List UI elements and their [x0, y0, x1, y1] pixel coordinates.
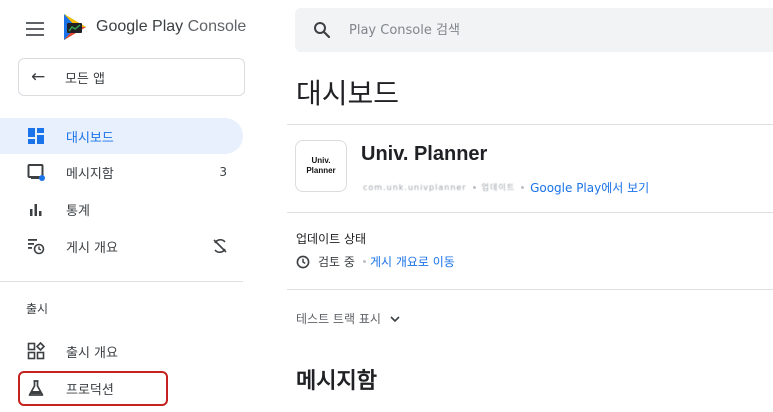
app-icon: Univ. Planner — [295, 140, 347, 192]
sidebar-item-release-overview[interactable]: 출시 개요 — [0, 333, 243, 369]
divider — [287, 212, 773, 213]
menu-icon[interactable] — [26, 22, 44, 36]
update-status-label: 업데이트 상태 — [296, 232, 367, 246]
chevron-down-icon — [390, 315, 400, 322]
arrow-back-icon: ← — [31, 67, 46, 87]
page-title: 대시보드 — [296, 77, 400, 110]
test-track-label: 테스트 트랙 표시 — [296, 312, 381, 326]
publish-schedule-icon — [26, 236, 46, 256]
review-status-text: 검토 중 — [318, 255, 355, 269]
release-overview-icon — [26, 341, 46, 361]
all-apps-label: 모든 앱 — [65, 71, 106, 87]
dashboard-icon — [26, 126, 46, 146]
inbox-count-badge: 3 — [219, 165, 227, 179]
package-name: com.unk.univplanner — [363, 183, 467, 192]
inbox-section-heading: 메시지함 — [296, 369, 377, 394]
clock-icon — [296, 255, 310, 268]
sidebar: Google Play Console ← 모든 앱 대시보드 메시지함 3 통… — [0, 0, 262, 412]
inbox-icon — [26, 162, 46, 182]
search-input[interactable] — [349, 22, 649, 38]
all-apps-button[interactable]: ← 모든 앱 — [18, 58, 245, 96]
sidebar-item-dashboard[interactable]: 대시보드 — [0, 118, 243, 154]
production-flask-icon — [26, 378, 46, 398]
view-on-google-play-link[interactable]: Google Play에서 보기 — [530, 179, 649, 196]
sidebar-item-label: 게시 개요 — [66, 240, 118, 256]
sync-disabled-icon — [213, 238, 227, 254]
sidebar-item-statistics[interactable]: 통계 — [0, 191, 243, 227]
divider — [287, 289, 773, 290]
brand-title: Google Play Console — [96, 18, 247, 35]
play-console-logo-icon — [64, 14, 86, 40]
release-section-title: 출시 — [26, 302, 49, 316]
search-bar — [295, 8, 773, 52]
app-meta: com.unk.univplanner 업데이트 Google Play에서 보… — [363, 179, 649, 196]
sidebar-item-label: 프로덕션 — [66, 382, 114, 398]
sidebar-item-label: 메시지함 — [66, 166, 114, 182]
app-meta-blurred: 업데이트 — [481, 183, 516, 192]
separator-dot — [521, 186, 525, 189]
separator-dot — [472, 186, 476, 189]
sidebar-item-label: 통계 — [66, 203, 90, 219]
sidebar-item-publishing-overview[interactable]: 게시 개요 — [0, 228, 243, 264]
goto-publishing-overview-link[interactable]: 게시 개요로 이동 — [370, 253, 455, 270]
app-name: Univ. Planner — [361, 143, 488, 165]
show-test-tracks-toggle[interactable]: 테스트 트랙 표시 — [296, 310, 401, 327]
sidebar-item-label: 출시 개요 — [66, 345, 118, 361]
search-icon[interactable] — [313, 21, 331, 39]
divider — [287, 124, 773, 125]
sidebar-item-inbox[interactable]: 메시지함 3 — [0, 154, 243, 190]
sidebar-item-label: 대시보드 — [66, 130, 114, 146]
update-status-row: 검토 중 게시 개요로 이동 — [296, 253, 455, 270]
bar-chart-icon — [26, 199, 46, 219]
sidebar-divider — [0, 281, 243, 282]
sidebar-item-production[interactable]: 프로덕션 — [0, 370, 243, 406]
separator-dot — [362, 260, 366, 263]
